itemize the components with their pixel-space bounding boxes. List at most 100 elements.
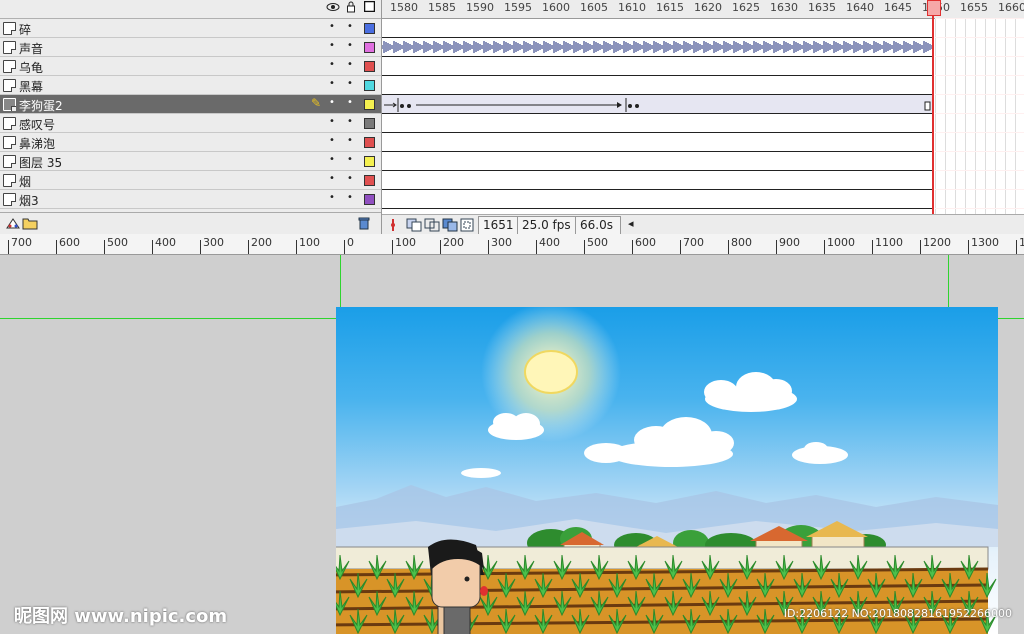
center-frame-icon[interactable] xyxy=(388,218,398,234)
layer-color-swatch[interactable] xyxy=(364,118,375,129)
modify-onion-markers-icon[interactable] xyxy=(460,218,474,234)
layer-color-swatch[interactable] xyxy=(364,42,375,53)
layer-icon xyxy=(3,193,16,206)
onion-skin-icon[interactable] xyxy=(406,218,422,234)
layer-row[interactable]: 烟3 • • xyxy=(0,190,381,209)
lock-icon[interactable] xyxy=(344,1,358,15)
layer-name[interactable]: 黑幕 xyxy=(19,78,43,95)
layer-name[interactable]: 烟 xyxy=(19,173,31,190)
visibility-dot[interactable]: • xyxy=(329,97,335,108)
lock-dot[interactable]: • xyxy=(347,40,353,51)
frame-row[interactable] xyxy=(382,133,934,152)
layer-color-swatch[interactable] xyxy=(364,23,375,34)
stage-ruler-label: 1100 xyxy=(875,236,903,249)
layer-color-swatch[interactable] xyxy=(364,137,375,148)
visibility-dot[interactable]: • xyxy=(329,59,335,70)
frame-row[interactable] xyxy=(382,95,934,114)
scroll-left-icon[interactable]: ◂ xyxy=(628,217,634,230)
stage-ruler-label: 600 xyxy=(59,236,80,249)
playhead[interactable] xyxy=(932,0,934,214)
layer-icon xyxy=(3,79,16,92)
layer-name[interactable]: 感叹号 xyxy=(19,116,55,133)
stage-ruler-tick xyxy=(56,240,57,254)
stage-ruler-label: 700 xyxy=(683,236,704,249)
visibility-dot[interactable]: • xyxy=(329,40,335,51)
eye-icon[interactable] xyxy=(326,1,340,15)
new-layer-icon[interactable] xyxy=(5,216,21,233)
layer-name[interactable]: 鼻涕泡 xyxy=(19,135,55,152)
visibility-dot[interactable]: • xyxy=(329,21,335,32)
current-frame-field[interactable]: 1651 xyxy=(478,216,521,234)
frame-ruler-label: 1595 xyxy=(504,1,532,14)
edit-multiple-frames-icon[interactable] xyxy=(442,218,458,234)
playhead-handle[interactable] xyxy=(927,0,941,16)
frame-ruler-label: 1645 xyxy=(884,1,912,14)
layer-name[interactable]: 碎 xyxy=(19,21,31,38)
lock-dot[interactable]: • xyxy=(347,21,353,32)
lock-dot[interactable]: • xyxy=(347,173,353,184)
lock-dot[interactable]: • xyxy=(347,78,353,89)
layer-color-swatch[interactable] xyxy=(364,194,375,205)
lock-dot[interactable]: • xyxy=(347,116,353,127)
layer-color-swatch[interactable] xyxy=(364,61,375,72)
outline-icon[interactable] xyxy=(362,0,376,15)
trash-icon[interactable] xyxy=(357,216,371,233)
frame-row[interactable] xyxy=(382,76,934,95)
visibility-dot[interactable]: • xyxy=(329,78,335,89)
new-folder-icon[interactable] xyxy=(22,216,38,233)
layer-row[interactable]: 声音 • • xyxy=(0,38,381,57)
lock-dot[interactable]: • xyxy=(347,59,353,70)
frame-row[interactable] xyxy=(382,57,934,76)
layer-name[interactable]: 声音 xyxy=(19,40,43,57)
frame-row[interactable] xyxy=(382,19,934,38)
stage-ruler-label: 200 xyxy=(443,236,464,249)
onion-skin-outline-icon[interactable] xyxy=(424,218,440,234)
layer-color-swatch[interactable] xyxy=(364,99,375,110)
scene-canvas[interactable] xyxy=(336,307,998,634)
layer-row[interactable]: 黑幕 • • xyxy=(0,76,381,95)
stage-ruler-tick xyxy=(632,240,633,254)
layer-row[interactable]: 鼻涕泡 • • xyxy=(0,133,381,152)
lock-dot[interactable]: • xyxy=(347,135,353,146)
lock-dot[interactable]: • xyxy=(347,192,353,203)
stage-ruler-tick xyxy=(344,240,345,254)
visibility-dot[interactable]: • xyxy=(329,192,335,203)
layer-row[interactable]: 图层 35 • • xyxy=(0,152,381,171)
stage-ruler-tick xyxy=(296,240,297,254)
layer-color-swatch[interactable] xyxy=(364,80,375,91)
layer-row[interactable]: 李狗蛋2 ✎ • • xyxy=(0,95,381,114)
lock-dot[interactable]: • xyxy=(347,97,353,108)
layer-name[interactable]: 烟3 xyxy=(19,192,39,209)
lock-dot[interactable]: • xyxy=(347,154,353,165)
frames-panel[interactable]: 1580 1585 1590 1595 1600 1605 1610 1615 1620 1625… xyxy=(382,0,1024,234)
layer-icon xyxy=(3,22,16,35)
empty-frames-area[interactable] xyxy=(935,18,1024,214)
frame-row[interactable] xyxy=(382,171,934,190)
layer-color-swatch[interactable] xyxy=(364,175,375,186)
layer-row[interactable]: 感叹号 • • xyxy=(0,114,381,133)
layer-row[interactable]: 乌龟 • • xyxy=(0,57,381,76)
layers-panel: 碎 • • 声音 • • 乌龟 • • 黑幕 • • 李狗蛋2 ✎ • • 感叹号 • • 鼻涕泡 • • 图层 35 • • 烟… xyxy=(0,0,382,235)
frame-ruler-label: 1610 xyxy=(618,1,646,14)
frame-row[interactable] xyxy=(382,38,934,57)
frame-row[interactable] xyxy=(382,114,934,133)
stage-ruler: 700 600 500 400 300 200 100 0 100 200 300 400 500 600… xyxy=(0,234,1024,255)
layer-color-swatch[interactable] xyxy=(364,156,375,167)
visibility-dot[interactable]: • xyxy=(329,173,335,184)
visibility-dot[interactable]: • xyxy=(329,116,335,127)
frame-ruler-label: 1655 xyxy=(960,1,988,14)
layer-row[interactable]: 烟 • • xyxy=(0,171,381,190)
layer-name[interactable]: 乌龟 xyxy=(19,59,43,76)
visibility-dot[interactable]: • xyxy=(329,135,335,146)
layer-name[interactable]: 李狗蛋2 xyxy=(19,97,63,114)
layer-row[interactable]: 碎 • • xyxy=(0,19,381,38)
frame-row[interactable] xyxy=(382,190,934,209)
layer-name[interactable]: 图层 35 xyxy=(19,154,62,171)
stage-area[interactable]: 昵图网 www.nipic.com ID:2206122 NO:20180828… xyxy=(0,255,1024,634)
frame-row[interactable] xyxy=(382,152,934,171)
visibility-dot[interactable]: • xyxy=(329,154,335,165)
stage-ruler-tick xyxy=(488,240,489,254)
frame-rate-field[interactable]: 25.0 fps xyxy=(517,216,577,234)
stage-ruler-label: 700 xyxy=(11,236,32,249)
layer-icon xyxy=(3,174,16,187)
